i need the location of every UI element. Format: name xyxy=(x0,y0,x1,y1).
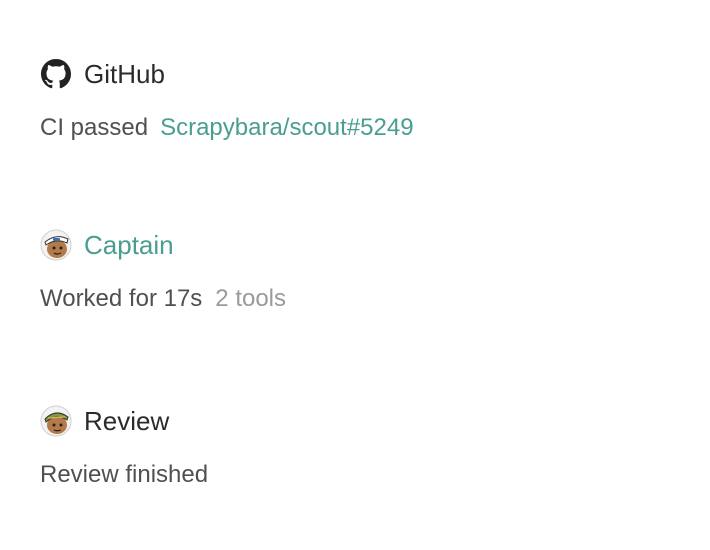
event-header: Review xyxy=(40,403,680,439)
event-github: GitHub CI passed Scrapybara/scout#5249 xyxy=(40,56,680,144)
event-header: GitHub xyxy=(40,56,680,92)
event-body: CI passed Scrapybara/scout#5249 xyxy=(40,112,680,144)
event-title-captain[interactable]: Captain xyxy=(84,227,174,263)
pull-request-link[interactable]: Scrapybara/scout#5249 xyxy=(160,112,414,144)
work-duration-text: Worked for 17s xyxy=(40,285,203,312)
review-status-text: Review finished xyxy=(40,461,209,488)
event-header: Captain xyxy=(40,227,680,263)
event-body: Review finished xyxy=(40,459,680,491)
event-body: Worked for 17s 2 tools xyxy=(40,283,680,315)
ci-status-text: CI passed xyxy=(40,114,149,141)
tools-count[interactable]: 2 tools xyxy=(215,283,286,315)
event-title-review: Review xyxy=(84,406,170,436)
review-avatar xyxy=(40,405,72,437)
github-icon xyxy=(40,58,72,90)
event-captain: Captain Worked for 17s 2 tools xyxy=(40,227,680,315)
captain-avatar xyxy=(40,229,72,261)
event-review: Review Review finished xyxy=(40,403,680,491)
event-title-github: GitHub xyxy=(84,59,165,89)
